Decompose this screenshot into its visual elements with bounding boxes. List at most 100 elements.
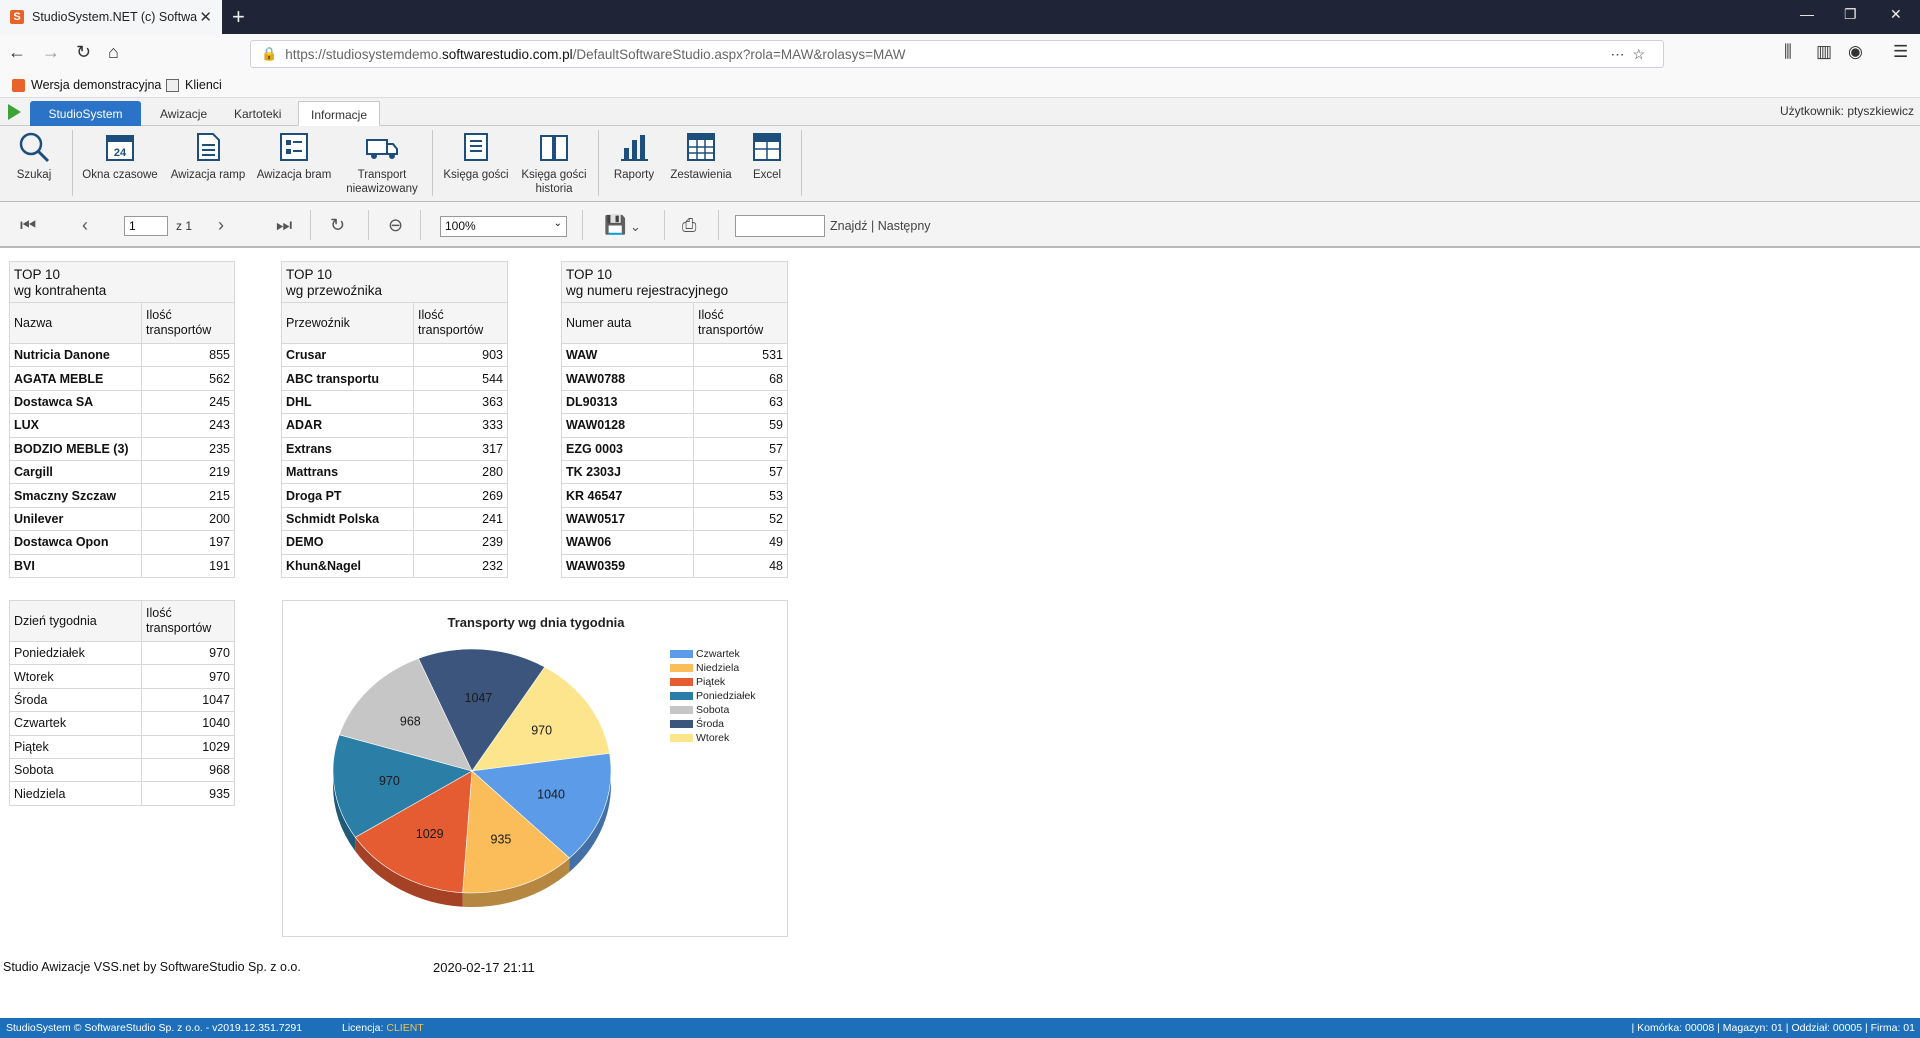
row-value: 544 — [413, 366, 508, 391]
export-dropdown-icon[interactable]: ⌄ — [630, 219, 641, 235]
play-icon[interactable] — [8, 104, 21, 120]
last-page-icon[interactable]: ⏭ — [276, 215, 292, 236]
row-value: 239 — [413, 530, 508, 555]
forward-icon[interactable]: → — [42, 42, 60, 63]
row-label: Piątek — [9, 734, 142, 759]
row-label: Czwartek — [9, 711, 142, 736]
top10-kontrahent-table: TOP 10 wg kontrahenta Nazwa Ilość transpor… — [9, 261, 235, 578]
app-tabbar: StudioSystem Awizacje Kartoteki Informac… — [0, 98, 1920, 126]
toolbar-separator — [368, 210, 369, 240]
bar-chart-icon — [617, 130, 651, 164]
guest-book-history-button[interactable]: Księga gości historia — [514, 130, 594, 196]
table-row: ADAR 333 — [281, 413, 508, 438]
toolbar-separator — [664, 210, 665, 240]
row-value: 215 — [141, 483, 235, 508]
refresh-icon[interactable]: ↻ — [330, 215, 345, 236]
table-row: AGATA MEBLE 562 — [9, 366, 235, 391]
page-input[interactable] — [124, 216, 168, 236]
find-next-link[interactable]: Znajdź | Następny — [830, 219, 931, 233]
tab-studiosystem[interactable]: StudioSystem — [30, 101, 141, 126]
time-windows-button[interactable]: 24 Okna czasowe — [80, 130, 160, 182]
row-value: 317 — [413, 436, 508, 461]
pie-slice-label: 1047 — [465, 691, 493, 705]
menu-icon[interactable]: ☰ — [1893, 42, 1908, 62]
row-label: Cargill — [9, 459, 142, 485]
guest-book-button[interactable]: Księga gości — [436, 130, 516, 182]
pie-slice-label: 1040 — [537, 787, 565, 801]
table-row: WAW 531 — [561, 342, 788, 368]
table-row: Mattrans 280 — [281, 459, 508, 485]
legend-swatch — [670, 734, 693, 742]
row-label: Sobota — [9, 757, 142, 783]
table-row: BODZIO MEBLE (3) 235 — [9, 436, 235, 461]
search-button[interactable]: Szukaj — [0, 130, 74, 182]
legend-label: Czwartek — [696, 648, 740, 660]
row-label: KR 46547 — [561, 483, 694, 508]
row-label: WAW — [561, 342, 694, 368]
column-header: Numer auta — [561, 302, 694, 344]
tab-awizacje[interactable]: Awizacje — [148, 101, 219, 126]
pie-slice-label: 970 — [379, 774, 400, 788]
column-header: Dzień tygodnia — [9, 600, 142, 642]
table-row: Extrans 317 — [281, 436, 508, 461]
url-text: https://studiosystemdemo.softwarestudio.… — [285, 46, 906, 62]
row-label: Schmidt Polska — [281, 506, 414, 532]
table-row: WAW0128 59 — [561, 413, 788, 438]
row-value: 970 — [141, 664, 235, 689]
legend-label: Sobota — [696, 704, 730, 716]
find-input[interactable] — [735, 215, 825, 237]
svg-text:24: 24 — [114, 147, 127, 159]
toolbar-separator — [582, 210, 583, 240]
report-toolbar: ⏮ ‹ z 1 › ⏭ ↻ ⊖ 100% ⌄ 💾 ⌄ ⎙ Znajdź | Na… — [0, 202, 1920, 248]
ribbon-toolbar: Szukaj 24 Okna czasowe Awizacja ramp Awi… — [0, 126, 1920, 202]
ramp-advice-button[interactable]: Awizacja ramp — [168, 130, 248, 182]
report-footer-date: 2020-02-17 21:11 — [433, 960, 535, 975]
account-icon[interactable]: ◉ — [1848, 42, 1863, 62]
zoom-select[interactable]: 100% ⌄ — [440, 216, 567, 237]
row-value: 219 — [141, 459, 235, 485]
legend-swatch — [670, 664, 693, 672]
pie-slice-label: 970 — [531, 724, 552, 738]
first-page-icon[interactable]: ⏮ — [20, 215, 36, 236]
open-book-icon — [537, 130, 571, 164]
reload-icon[interactable]: ↻ — [76, 42, 91, 63]
minimize-icon[interactable]: — — [1800, 6, 1814, 22]
next-page-icon[interactable]: › — [218, 215, 224, 236]
home-icon[interactable]: ⌂ — [108, 42, 119, 63]
tab-informacje[interactable]: Informacje — [298, 101, 381, 126]
table-row: WAW0359 48 — [561, 553, 788, 578]
back-to-parent-icon[interactable]: ⊖ — [388, 215, 403, 236]
prev-page-icon[interactable]: ‹ — [82, 215, 88, 236]
unannounced-transport-button[interactable]: Transport nieawizowany — [342, 130, 422, 196]
save-export-icon[interactable]: 💾 — [604, 215, 626, 236]
legend-item: Sobota — [670, 703, 756, 717]
new-tab-icon[interactable]: + — [232, 4, 245, 30]
table-row: Wtorek 970 — [9, 664, 235, 689]
excel-icon — [750, 130, 784, 164]
row-label: WAW0788 — [561, 366, 694, 391]
row-label: WAW0517 — [561, 506, 694, 532]
row-value: 531 — [693, 342, 788, 368]
bookmark-klienci[interactable]: Klienci — [166, 78, 222, 92]
tab-close-icon[interactable]: ✕ — [199, 8, 212, 26]
close-window-icon[interactable]: ✕ — [1890, 6, 1902, 23]
restore-icon[interactable]: ❐ — [1844, 6, 1857, 23]
column-header: Ilość transportów — [141, 302, 235, 344]
tab-kartoteki[interactable]: Kartoteki — [222, 101, 293, 126]
column-header: Przewoźnik — [281, 302, 414, 344]
back-icon[interactable]: ← — [8, 42, 26, 63]
bookmark-demo[interactable]: Wersja demonstracyjna — [12, 78, 161, 92]
excel-button[interactable]: Excel — [727, 130, 807, 182]
print-icon[interactable]: ⎙ — [682, 215, 696, 236]
table-row: Khun&Nagel 232 — [281, 553, 508, 578]
ribbon-separator — [801, 130, 802, 196]
sidebar-icon[interactable]: ▥ — [1816, 42, 1832, 62]
weekday-table: Dzień tygodnia Ilość transportów Poniedzi… — [9, 600, 235, 806]
library-icon[interactable]: ⫼ — [1784, 42, 1792, 62]
page-actions-icon[interactable]: ⋯☆ — [1610, 46, 1653, 63]
url-bar[interactable]: 🔒 https://studiosystemdemo.softwarestudi… — [250, 40, 1664, 68]
row-label: Crusar — [281, 342, 414, 368]
browser-tab[interactable]: S StudioSystem.NET (c) Software ✕ — [0, 0, 222, 34]
gate-advice-button[interactable]: Awizacja bram — [254, 130, 334, 182]
row-value: 63 — [693, 389, 788, 415]
